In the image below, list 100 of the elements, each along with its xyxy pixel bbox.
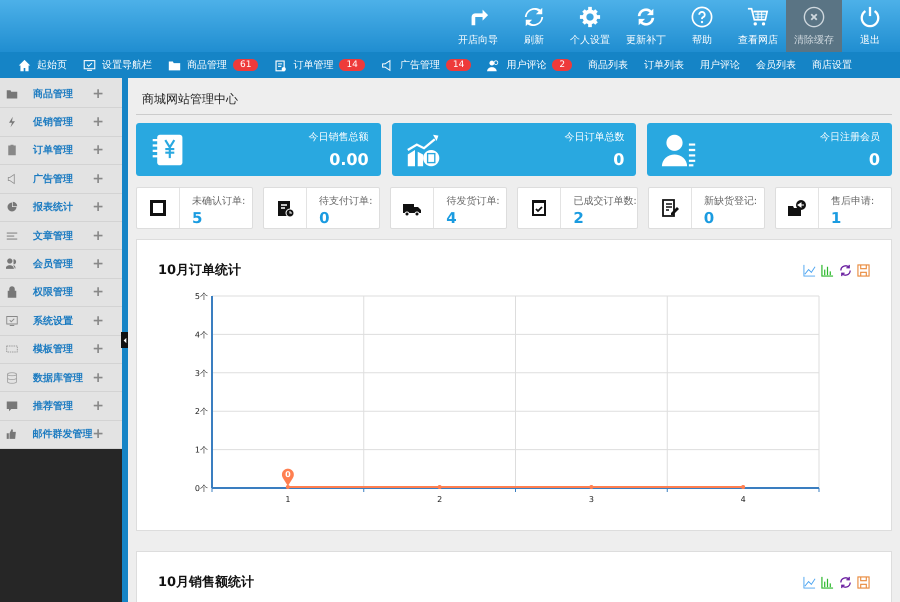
expand-icon[interactable]: + xyxy=(92,199,104,216)
collapse-handle[interactable] xyxy=(121,332,128,348)
expand-icon[interactable]: + xyxy=(92,86,104,102)
bar-chart-icon[interactable] xyxy=(821,264,834,276)
toolbar-button[interactable]: 个人设置 xyxy=(562,0,618,52)
counter-label: 新缺货登记: xyxy=(704,194,758,208)
counter-label: 未确认订单: xyxy=(192,194,246,208)
toolbar-button[interactable]: 清除缓存 xyxy=(786,0,842,52)
clipboard-clock-icon xyxy=(275,198,296,218)
counter-label: 待发货订单: xyxy=(446,194,500,208)
counter-label: 售后申请: xyxy=(830,194,874,208)
clipboard-icon xyxy=(274,58,288,72)
line-chart-icon[interactable] xyxy=(803,576,816,588)
axis-label: 4 xyxy=(740,495,746,504)
expand-icon[interactable]: + xyxy=(92,370,104,386)
count-badge: 14 xyxy=(446,59,472,71)
expand-icon[interactable]: + xyxy=(92,426,104,442)
nav-link[interactable]: 商店设置 xyxy=(812,58,852,72)
expand-icon[interactable]: + xyxy=(92,228,104,244)
home-icon xyxy=(18,58,31,72)
refresh-icon xyxy=(635,6,657,28)
toolbar-button[interactable]: 刷新 xyxy=(506,0,562,52)
summary-value: 0 xyxy=(612,150,624,169)
power-icon xyxy=(859,6,881,28)
expand-icon[interactable]: + xyxy=(92,142,104,158)
data-point xyxy=(741,485,746,489)
counter-label: 待支付订单: xyxy=(319,194,372,208)
bar-chart-icon[interactable] xyxy=(821,576,834,588)
cart-icon xyxy=(747,6,769,28)
refresh-icon xyxy=(523,6,545,28)
data-point xyxy=(286,485,290,489)
counter-value: 2 xyxy=(573,209,585,227)
toolbar-button[interactable]: 更新补丁 xyxy=(618,0,674,52)
axis-label: 1 xyxy=(285,495,290,504)
refresh-icon[interactable] xyxy=(839,264,852,276)
save-icon[interactable] xyxy=(857,576,870,588)
counter-value: 4 xyxy=(446,209,458,227)
axis-label: 3个 xyxy=(194,368,208,378)
refresh-icon[interactable] xyxy=(839,576,852,588)
summary-label: 今日注册会员 xyxy=(820,130,880,144)
data-point xyxy=(438,485,442,489)
nav-link[interactable]: 商品列表 xyxy=(588,58,628,72)
summary-label: 今日订单总数 xyxy=(564,130,624,144)
folder-icon xyxy=(168,58,181,72)
folder-reply-icon xyxy=(786,198,807,218)
axis-label: 3 xyxy=(588,495,594,504)
expand-icon[interactable]: + xyxy=(92,114,104,130)
toolbar-button[interactable]: 帮助 xyxy=(674,0,730,52)
nav-link[interactable]: 会员列表 xyxy=(756,58,796,72)
value-pin: 0 xyxy=(282,468,294,486)
summary-value: 0 xyxy=(868,150,880,169)
nav-link[interactable]: 商品管理 61 xyxy=(168,58,258,72)
data-point xyxy=(589,485,594,489)
axis-label: 0个 xyxy=(194,484,208,493)
growth-chart-icon xyxy=(406,132,442,168)
chart-title: 10月销售额统计 xyxy=(158,574,254,591)
summary-value: 0.00 xyxy=(328,150,369,169)
edit-note-icon xyxy=(660,198,680,218)
expand-icon[interactable]: + xyxy=(92,284,104,300)
nav-link[interactable]: 用户评论 xyxy=(700,58,740,72)
counter-value: 0 xyxy=(319,209,331,227)
gear-icon xyxy=(579,6,601,28)
user-list-icon xyxy=(661,132,698,168)
nav-link[interactable]: 用户评论 2 xyxy=(487,58,572,72)
nav-link[interactable]: 广告管理 14 xyxy=(380,58,472,72)
nav-link[interactable]: 订单管理 14 xyxy=(274,58,365,72)
expand-icon[interactable]: + xyxy=(92,312,104,329)
axis-label: 4个 xyxy=(194,330,208,340)
axis-label: 5个 xyxy=(194,292,208,301)
axis-label: 2 xyxy=(437,495,442,504)
axis-label: 2个 xyxy=(194,407,208,416)
count-badge: 2 xyxy=(552,59,572,71)
nav-link[interactable]: 起始页 xyxy=(18,58,67,72)
toolbar-button[interactable]: 退出 xyxy=(842,0,898,52)
expand-icon[interactable]: + xyxy=(92,170,104,187)
close-icon xyxy=(803,6,825,28)
counter-value: 0 xyxy=(704,209,716,227)
count-badge: 61 xyxy=(233,59,258,71)
triangle-icon xyxy=(122,336,126,344)
count-badge: 14 xyxy=(339,59,365,71)
users-icon xyxy=(487,58,500,72)
counter-value: 5 xyxy=(192,209,204,227)
nav-link[interactable]: 订单列表 xyxy=(644,58,684,72)
page-title: 商城网站管理中心 xyxy=(136,78,892,115)
summary-label: 今日销售总额 xyxy=(308,130,369,144)
axis-label: 1个 xyxy=(194,446,208,455)
save-icon[interactable] xyxy=(857,264,870,276)
expand-icon[interactable]: + xyxy=(92,341,104,358)
expand-icon[interactable]: + xyxy=(92,398,104,414)
toolbar-button[interactable]: 查看网店 xyxy=(730,0,786,52)
help-icon xyxy=(691,6,713,28)
line-chart-icon[interactable] xyxy=(803,264,816,276)
counter-label: 已成交订单数: xyxy=(573,194,637,208)
toolbar-button[interactable]: 开店向导 xyxy=(450,0,506,52)
chart-title: 10月订单统计 xyxy=(158,262,242,279)
monitor-icon xyxy=(83,58,96,72)
expand-icon[interactable]: + xyxy=(92,256,104,272)
counter-value: 1 xyxy=(830,209,842,227)
annotation: 0 xyxy=(285,470,292,479)
nav-link[interactable]: 设置导航栏 xyxy=(83,58,152,72)
